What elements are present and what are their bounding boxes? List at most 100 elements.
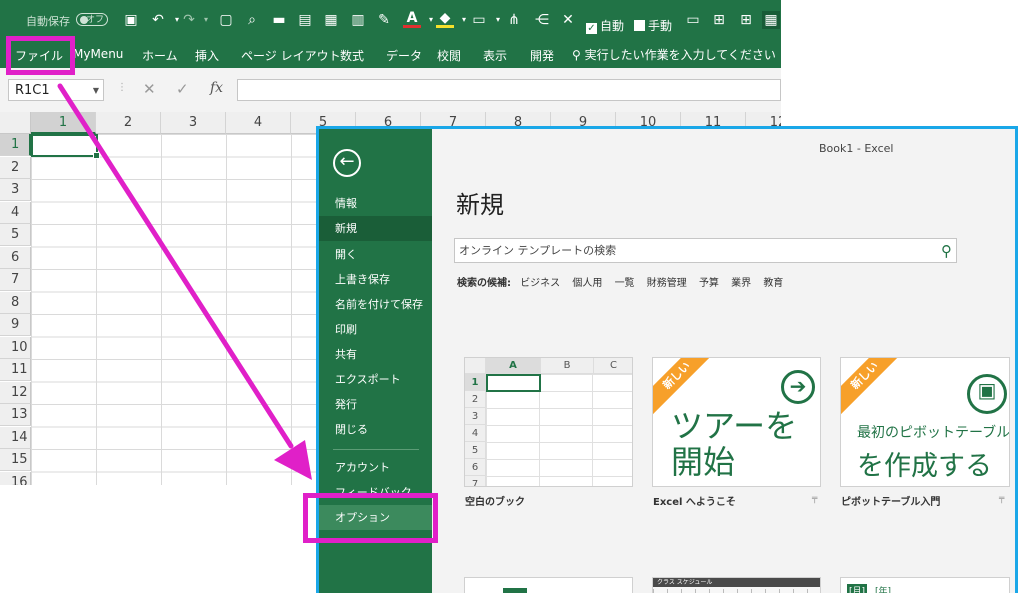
chevron-down-icon[interactable]: ▼ [93, 80, 99, 102]
template-calendar[interactable]: [月] [年] [840, 577, 1010, 593]
row-header[interactable]: 4 [0, 201, 31, 224]
split-layout-icon[interactable]: ⊞ [710, 11, 728, 29]
nav-item[interactable]: 情報 [319, 191, 432, 216]
suggestion-link[interactable]: 個人用 [572, 278, 602, 289]
nav-item[interactable]: 共有 [319, 342, 432, 367]
suggestion-link[interactable]: ビジネス [520, 278, 560, 289]
trace-precedents-icon[interactable]: ⋔ [505, 11, 523, 29]
form-icon[interactable]: ▥ [349, 11, 367, 29]
template-label: [月] [847, 584, 868, 593]
row-header[interactable]: 13 [0, 404, 31, 426]
tab-insert[interactable]: 挿入 [195, 47, 219, 64]
row-header[interactable]: 11 [0, 359, 31, 381]
row-header[interactable]: 14 [0, 426, 31, 449]
column-header[interactable]: 3 [161, 112, 226, 134]
checkbox-checked-icon: ✓ [586, 23, 597, 34]
nav-item[interactable]: 印刷 [319, 317, 432, 342]
active-cell[interactable] [31, 134, 100, 159]
template-pivot-table[interactable]: 新しい ▣ 最初のピボットテーブル を作成する [840, 357, 1010, 487]
tab-mymenu[interactable]: MyMenu [73, 47, 123, 61]
suggestion-link[interactable]: 財務管理 [647, 278, 687, 289]
auto-calc-checkbox[interactable]: ✓ 自動 [586, 17, 624, 34]
row-header[interactable]: 15 [0, 449, 31, 471]
format-painter-icon[interactable]: ✎ [375, 11, 393, 29]
row-header[interactable]: 6 [0, 246, 31, 269]
borders-icon[interactable]: ▭ [470, 11, 488, 29]
remove-arrows-icon[interactable]: ✕ [559, 11, 577, 29]
pin-icon[interactable]: ╤ [999, 494, 1004, 504]
insert-function-icon[interactable]: fx [210, 80, 223, 96]
tab-developer[interactable]: 開発 [530, 47, 554, 64]
enter-icon[interactable]: ✓ [176, 80, 189, 98]
nav-item[interactable]: 上書き保存 [319, 267, 432, 292]
nav-item[interactable]: エクスポート [319, 367, 432, 392]
column-header[interactable]: 4 [226, 112, 291, 134]
tell-me-box[interactable]: ⚲ 実行したい作業を入力してください [572, 46, 776, 63]
preview-active-cell [486, 374, 541, 392]
search-icon[interactable]: ⚲ [941, 240, 952, 263]
tab-review[interactable]: 校閲 [437, 47, 461, 64]
suggestion-link[interactable]: 教育 [763, 278, 783, 289]
back-arrow-icon[interactable]: ← [333, 149, 361, 177]
autosave-label: 自動保存 [26, 15, 70, 28]
suggestion-link[interactable]: 予算 [699, 278, 719, 289]
preview-col-header: B [541, 358, 594, 374]
redo-dropdown-icon[interactable]: ▾ [197, 11, 215, 29]
undo-icon[interactable]: ↶ [149, 11, 167, 29]
table-icon[interactable]: ▦ [762, 11, 780, 29]
template-blank-workbook[interactable]: A B C 1234567 [464, 357, 633, 487]
tour-line-2: 開始 [671, 443, 736, 481]
template-tile[interactable] [464, 577, 633, 593]
picture-icon[interactable]: ▤ [296, 11, 314, 29]
open-icon[interactable]: ▬ [270, 11, 288, 29]
save-icon[interactable]: ▣ [122, 11, 140, 29]
template-excel-tour[interactable]: 新しい ➔ ツアーを 開始 [652, 357, 821, 487]
nav-item[interactable]: 発行 [319, 392, 432, 417]
row-header[interactable]: 3 [0, 179, 31, 201]
template-label: [年] [875, 587, 892, 593]
tab-view[interactable]: 表示 [483, 47, 507, 64]
manual-calc-checkbox[interactable]: 手動 [634, 17, 672, 34]
row-header[interactable]: 9 [0, 314, 31, 336]
nav-item[interactable]: アカウント [319, 455, 432, 480]
trace-dependents-icon[interactable]: ⋲ [533, 11, 551, 29]
tab-data[interactable]: データ [386, 47, 422, 64]
grid-layout-icon[interactable]: ▭ [684, 11, 702, 29]
column-header[interactable]: 2 [96, 112, 161, 134]
nav-item[interactable]: 閉じる [319, 417, 432, 442]
row-header[interactable]: 5 [0, 224, 31, 246]
cancel-icon[interactable]: ✕ [143, 80, 156, 98]
fill-color-icon[interactable]: ◆ [436, 11, 454, 28]
formula-input[interactable] [237, 79, 781, 101]
template-name: Excel へようこそ [653, 497, 736, 508]
tab-formulas[interactable]: 数式 [340, 47, 364, 64]
new-icon[interactable]: ▢ [217, 11, 235, 29]
row-header[interactable]: 16 [0, 471, 31, 485]
print-preview-icon[interactable]: ⌕ [243, 11, 261, 29]
row-header[interactable]: 7 [0, 269, 31, 291]
name-box[interactable]: R1C1 ▼ [8, 79, 104, 101]
calculator-icon[interactable]: ▦ [322, 11, 340, 29]
preview-row-header: 1 [465, 374, 486, 391]
template-search-input[interactable]: オンライン テンプレートの検索 ⚲ [454, 238, 957, 263]
suggestion-link[interactable]: 一覧 [615, 278, 635, 289]
select-all-button[interactable] [0, 112, 31, 134]
tab-home[interactable]: ホーム [142, 47, 178, 64]
row-header[interactable]: 1 [0, 134, 31, 156]
row-header[interactable]: 2 [0, 156, 31, 179]
nav-item[interactable]: 新規 [319, 216, 432, 241]
suggestion-link[interactable]: 業界 [731, 278, 751, 289]
column-header[interactable]: 1 [31, 112, 96, 134]
tab-page-layout[interactable]: ページ レイアウト [241, 47, 341, 64]
table-layout-icon[interactable]: ⊞ [737, 11, 755, 29]
row-header[interactable]: 12 [0, 381, 31, 404]
autosave-toggle[interactable]: オフ [76, 13, 108, 26]
redo-icon[interactable]: ↷ [180, 11, 198, 29]
nav-item[interactable]: 名前を付けて保存 [319, 292, 432, 317]
row-header[interactable]: 8 [0, 291, 31, 314]
nav-item[interactable]: 開く [319, 242, 432, 267]
font-color-icon[interactable]: A [403, 11, 421, 28]
row-header[interactable]: 10 [0, 336, 31, 359]
pin-icon[interactable]: ╤ [812, 494, 817, 504]
template-class-schedule[interactable]: クラス スケジュール [652, 577, 821, 593]
